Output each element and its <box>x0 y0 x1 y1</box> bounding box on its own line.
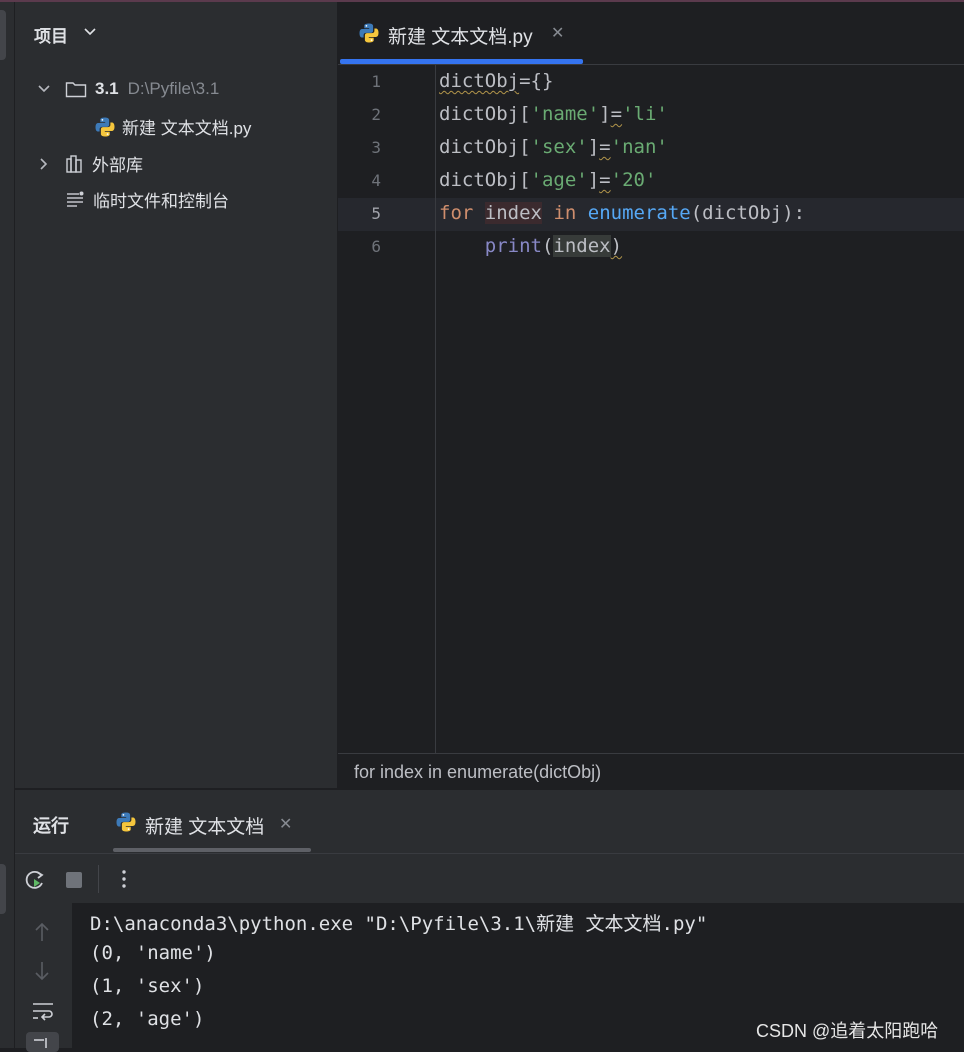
console-line: (1, 'sex') <box>90 975 205 997</box>
python-file-icon <box>359 23 379 43</box>
editor-tab-active[interactable]: 新建 文本文档.py ✕ <box>338 2 583 64</box>
line-number-current: 5 <box>371 204 381 223</box>
rerun-icon[interactable] <box>23 868 47 892</box>
close-icon[interactable]: ✕ <box>551 23 564 43</box>
arrow-down-icon[interactable] <box>32 960 52 982</box>
run-toolbar <box>15 853 964 904</box>
scratches-icon <box>67 191 84 207</box>
toolbar-divider <box>98 865 99 893</box>
run-panel: 运行 新建 文本文档 ✕ D:\anaconda3\python.exe "D:… <box>15 790 964 1052</box>
close-icon[interactable]: ✕ <box>279 814 292 834</box>
line-number: 2 <box>371 105 381 124</box>
code-line-3[interactable]: dictObj['sex']='nan' <box>439 136 668 158</box>
python-file-icon <box>116 812 136 832</box>
editor-area[interactable]: 新建 文本文档.py ✕ 1 2 3 4 5 6 dictObj={} dict… <box>338 2 964 788</box>
strip-button-project[interactable] <box>0 10 6 60</box>
active-tab-indicator <box>340 59 583 64</box>
code-line-4[interactable]: dictObj['age']='20' <box>439 169 656 191</box>
watermark: CSDN @追着太阳跑哈 <box>756 1021 939 1041</box>
arrow-up-icon[interactable] <box>32 921 52 943</box>
console-line: (0, 'name') <box>90 942 216 964</box>
chevron-down-icon[interactable] <box>37 82 51 96</box>
run-tab-label: 新建 文本文档 <box>145 817 265 838</box>
tool-window-strip <box>0 2 15 1048</box>
python-file-icon <box>95 117 115 136</box>
library-icon <box>66 154 82 173</box>
tree-item-label: 临时文件和控制台 <box>93 192 229 211</box>
scroll-to-end-button[interactable] <box>26 1032 59 1052</box>
soft-wrap-icon[interactable] <box>31 1000 55 1022</box>
breadcrumb-bar: for index in enumerate(dictObj) <box>338 753 964 789</box>
code-token: dictObj <box>439 70 520 92</box>
editor-tab-bar: 新建 文本文档.py ✕ <box>338 2 964 65</box>
line-number: 4 <box>371 171 381 190</box>
console-sidebar <box>15 904 71 1052</box>
console-line: D:\anaconda3\python.exe "D:\Pyfile\3.1\新… <box>90 913 708 935</box>
line-number: 1 <box>371 72 381 91</box>
tree-item-external-libraries[interactable]: 外部库 <box>37 151 143 176</box>
run-tab[interactable]: 新建 文本文档 ✕ <box>113 790 311 852</box>
stop-icon[interactable] <box>64 870 84 890</box>
project-panel: 项目 3.1 D:\Pyfile\3.1 新建 文本文档.py 外部库 临时文件… <box>15 2 337 788</box>
chevron-right-icon[interactable] <box>37 157 51 171</box>
code-line-2[interactable]: dictObj['name']='li' <box>439 103 668 125</box>
line-number: 6 <box>371 237 381 256</box>
console-line: (2, 'age') <box>90 1008 205 1030</box>
tree-item-label: 3.1 <box>95 79 119 98</box>
tree-item-scratches[interactable]: 临时文件和控制台 <box>65 187 229 212</box>
tree-item-python-file[interactable]: 新建 文本文档.py <box>94 114 251 139</box>
strip-button-run[interactable] <box>0 864 6 914</box>
code-line-6[interactable]: print(index) <box>439 235 622 257</box>
folder-icon <box>65 82 87 98</box>
tree-item-label: 新建 文本文档.py <box>122 119 252 138</box>
run-panel-title: 运行 <box>33 816 69 836</box>
tree-item-path: D:\Pyfile\3.1 <box>127 79 220 98</box>
active-tab-indicator <box>113 848 311 852</box>
gutter-divider <box>435 65 436 753</box>
line-number: 3 <box>371 138 381 157</box>
breadcrumb[interactable]: for index in enumerate(dictObj) <box>354 762 601 783</box>
tree-item-label: 外部库 <box>92 156 143 175</box>
tree-item-project-root[interactable]: 3.1 D:\Pyfile\3.1 <box>37 79 219 99</box>
code-line-5[interactable]: for index in enumerate(dictObj): <box>439 202 805 224</box>
chevron-down-icon[interactable] <box>83 24 97 38</box>
project-panel-title[interactable]: 项目 <box>34 22 68 47</box>
editor-tab-label: 新建 文本文档.py <box>388 27 533 48</box>
more-vertical-icon[interactable] <box>114 868 134 890</box>
code-line-1[interactable]: dictObj={} <box>439 70 553 92</box>
